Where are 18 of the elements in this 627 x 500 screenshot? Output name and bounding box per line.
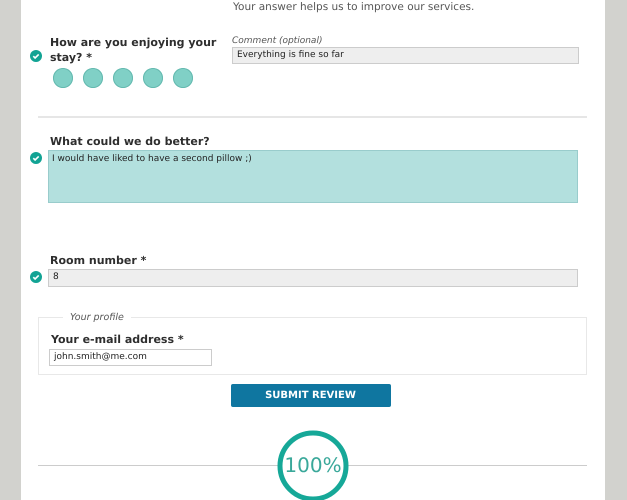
intro-text: Your answer helps us to improve our services. [233,0,476,14]
email-label: Your e-mail address * [51,332,185,347]
comment-label: Comment (optional) [232,35,324,47]
rating-circle[interactable] [113,68,133,88]
email-field[interactable]: john.smith@me.com [49,349,212,366]
submit-button[interactable]: SUBMIT REVIEW [230,384,390,407]
rating-circle[interactable] [53,68,73,88]
room-number-field[interactable]: 8 [48,269,578,287]
profile-legend: Your profile [63,311,131,324]
progress-text: 100% [283,452,343,478]
comment-field[interactable]: Everything is fine so far [232,47,579,64]
question-label: What could we do better? [50,134,211,149]
question-label: How are you enjoying your stay? * [50,35,218,65]
answer-field[interactable]: I would have liked to have a second pillow ;) [48,150,578,203]
rating-circle[interactable] [83,68,103,88]
question-label: Room number * [50,253,148,268]
rating-circle[interactable] [143,68,163,88]
rating-circle[interactable] [173,68,193,88]
